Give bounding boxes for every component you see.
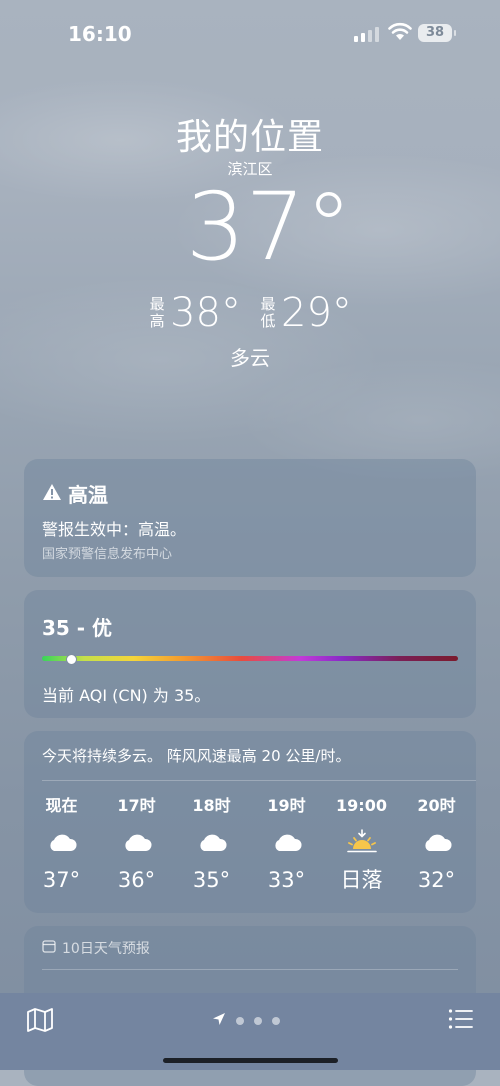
hour-temp: 36°	[117, 868, 156, 892]
hour-temp: 33°	[267, 868, 306, 892]
cloud-icon	[174, 819, 249, 865]
hour-temp: 35°	[192, 868, 231, 892]
current-condition: 多云	[230, 346, 270, 370]
page-dot	[254, 1016, 262, 1025]
aqi-gradient-bar	[42, 656, 458, 661]
high-temp: 最高 38°	[148, 290, 241, 336]
list-icon[interactable]	[448, 1008, 474, 1034]
page-dot	[236, 1016, 244, 1025]
location-arrow-icon	[212, 1011, 226, 1030]
hour-item: 19时 33°	[249, 793, 324, 895]
low-label: 最低	[260, 295, 276, 330]
hour-item: 18时 35°	[174, 793, 249, 895]
current-temperature: 37°	[185, 173, 353, 282]
hour-item: 19:00 日落	[324, 793, 399, 895]
high-label: 最高	[149, 295, 165, 330]
low-temp: 最低 29°	[259, 290, 352, 336]
aqi-title: 35 - 优	[42, 616, 113, 640]
hour-label: 现在	[45, 796, 78, 815]
alert-message: 警报生效中：高温。	[42, 520, 187, 539]
low-value: 29°	[281, 290, 352, 336]
cloud-icon	[249, 819, 324, 865]
wifi-icon	[388, 22, 412, 46]
page-dot	[272, 1016, 280, 1025]
hourly-summary: 今天将持续多云。 阵风风速最高 20 公里/时。	[42, 747, 351, 765]
hour-item: 20时 32°	[399, 793, 474, 895]
hour-temp: 日落	[340, 868, 383, 892]
divider	[42, 969, 458, 970]
warning-icon	[42, 482, 62, 506]
hour-label: 17时	[117, 796, 156, 815]
alert-source: 国家预警信息发布中心	[42, 547, 173, 562]
high-low-row: 最高 38° 最低 29°	[0, 290, 500, 336]
alert-title: 高温	[68, 483, 108, 507]
hour-label: 19时	[267, 796, 306, 815]
cloud-icon	[99, 819, 174, 865]
page-indicator[interactable]	[212, 1011, 280, 1030]
cloud-icon	[399, 819, 474, 865]
divider	[42, 780, 476, 781]
hour-label: 20时	[417, 796, 456, 815]
cellular-signal-icon	[354, 26, 380, 42]
hour-temp: 37°	[42, 868, 81, 892]
heat-alert-card[interactable]: 高温 警报生效中：高温。 国家预警信息发布中心	[24, 459, 476, 577]
forecast-title: 10日天气预报	[62, 941, 150, 957]
cloud-icon	[24, 819, 99, 865]
home-indicator	[163, 1058, 338, 1063]
hour-label: 18时	[192, 796, 231, 815]
location-title: 我的位置	[175, 117, 324, 158]
hour-label: 19:00	[336, 796, 387, 815]
calendar-icon	[42, 939, 56, 957]
map-icon[interactable]	[26, 1007, 54, 1037]
hour-temp: 32°	[417, 868, 456, 892]
high-value: 38°	[170, 290, 241, 336]
forecast-header: 10日天气预报	[42, 938, 150, 958]
status-time: 16:10	[68, 22, 132, 46]
hourly-list[interactable]: 现在 37° 17时 36° 18时 35° 19时 33° 19:00 日落 …	[24, 793, 476, 895]
battery-indicator: 38	[418, 24, 456, 42]
status-bar: 16:10 38	[0, 0, 500, 64]
sunset-icon	[324, 819, 399, 865]
hour-item: 17时 36°	[99, 793, 174, 895]
alert-header: 高温	[42, 479, 108, 508]
air-quality-card[interactable]: 35 - 优 当前 AQI (CN) 为 35。	[24, 590, 476, 718]
aqi-level-indicator	[66, 654, 78, 665]
hour-item: 现在 37°	[24, 793, 99, 895]
hourly-forecast-card[interactable]: 今天将持续多云。 阵风风速最高 20 公里/时。 现在 37° 17时 36° …	[24, 731, 476, 913]
aqi-description: 当前 AQI (CN) 为 35。	[42, 686, 211, 705]
